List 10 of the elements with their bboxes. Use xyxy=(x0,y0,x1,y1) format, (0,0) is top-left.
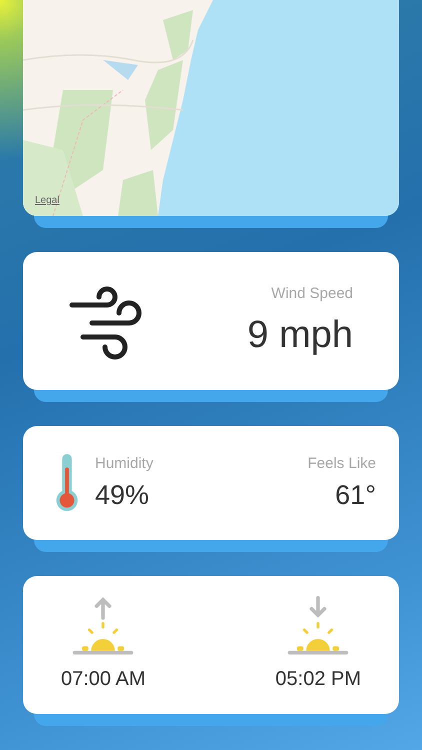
humidity-value: 49% xyxy=(95,480,150,511)
feels-like-value: 61° xyxy=(335,480,376,511)
wind-speed-label: Wind Speed xyxy=(271,285,353,302)
sunrise-time: 07:00 AM xyxy=(61,668,146,691)
humidity-label: Humidity xyxy=(95,455,154,472)
wind-speed-value: 9 mph xyxy=(247,314,353,357)
legal-link[interactable]: Legal xyxy=(35,195,60,206)
thermometer-icon xyxy=(55,454,79,512)
sunset-time: 05:02 PM xyxy=(275,668,361,691)
feels-like-label: Feels Like xyxy=(308,455,376,472)
